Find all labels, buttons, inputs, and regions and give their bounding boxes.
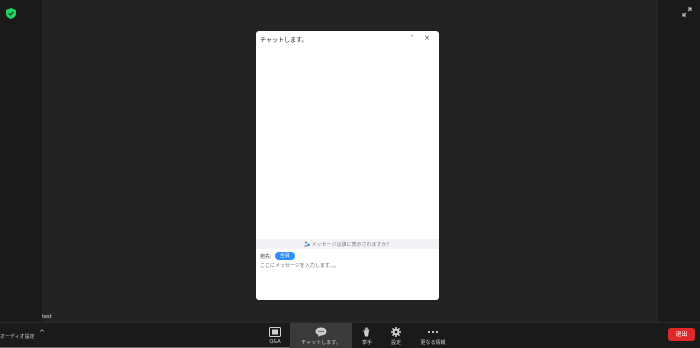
recipient-row: 宛先: 全員	[260, 252, 295, 260]
chat-header: チャットします。 ˅ ×	[256, 31, 439, 47]
fullscreen-icon[interactable]	[682, 7, 692, 17]
right-gutter	[658, 0, 700, 322]
leave-button[interactable]: 退出	[668, 328, 695, 341]
chat-label: チャットします。	[301, 340, 341, 346]
more-label: 更なる情報	[420, 340, 446, 346]
participant-name: test	[42, 314, 52, 320]
recipient-dropdown[interactable]: 全員	[274, 252, 295, 260]
more-dots-icon	[427, 330, 439, 334]
chevron-down-icon[interactable]: ˅	[408, 35, 416, 42]
qa-label: Q&A	[269, 339, 281, 345]
left-gutter	[0, 0, 42, 322]
settings-button[interactable]: 設定	[385, 323, 407, 348]
hand-icon	[363, 327, 370, 337]
settings-label: 設定	[390, 340, 401, 346]
qa-icon	[269, 327, 281, 337]
recipient-label: 宛先:	[260, 253, 272, 260]
chevron-up-icon[interactable]: ^	[39, 329, 45, 337]
shield-icon[interactable]	[6, 8, 16, 19]
who-can-see-bar[interactable]: メッセージは誰に表示されますか？	[256, 239, 439, 249]
chat-title: チャットします。	[260, 37, 308, 44]
meeting-toolbar: オーディオ設定 ^ Q&A チャットします。 挙手 設定 更なる情報	[0, 322, 700, 348]
message-input[interactable]	[260, 262, 432, 292]
chat-panel: チャットします。 ˅ × メッセージは誰に表示されますか？ 宛先: 全員	[256, 31, 439, 300]
raise-hand-button[interactable]: 挙手	[356, 323, 378, 348]
more-button[interactable]: 更なる情報	[416, 323, 450, 348]
gear-icon	[391, 327, 401, 337]
chat-button[interactable]: チャットします。	[290, 323, 352, 348]
people-icon	[303, 241, 310, 247]
qa-button[interactable]: Q&A	[262, 323, 288, 348]
chat-bubble-icon	[315, 327, 327, 337]
audio-settings-label[interactable]: オーディオ設定	[0, 333, 35, 340]
raise-hand-label: 挙手	[361, 340, 372, 346]
close-icon[interactable]: ×	[423, 34, 431, 42]
who-can-see-text: メッセージは誰に表示されますか？	[311, 241, 392, 248]
